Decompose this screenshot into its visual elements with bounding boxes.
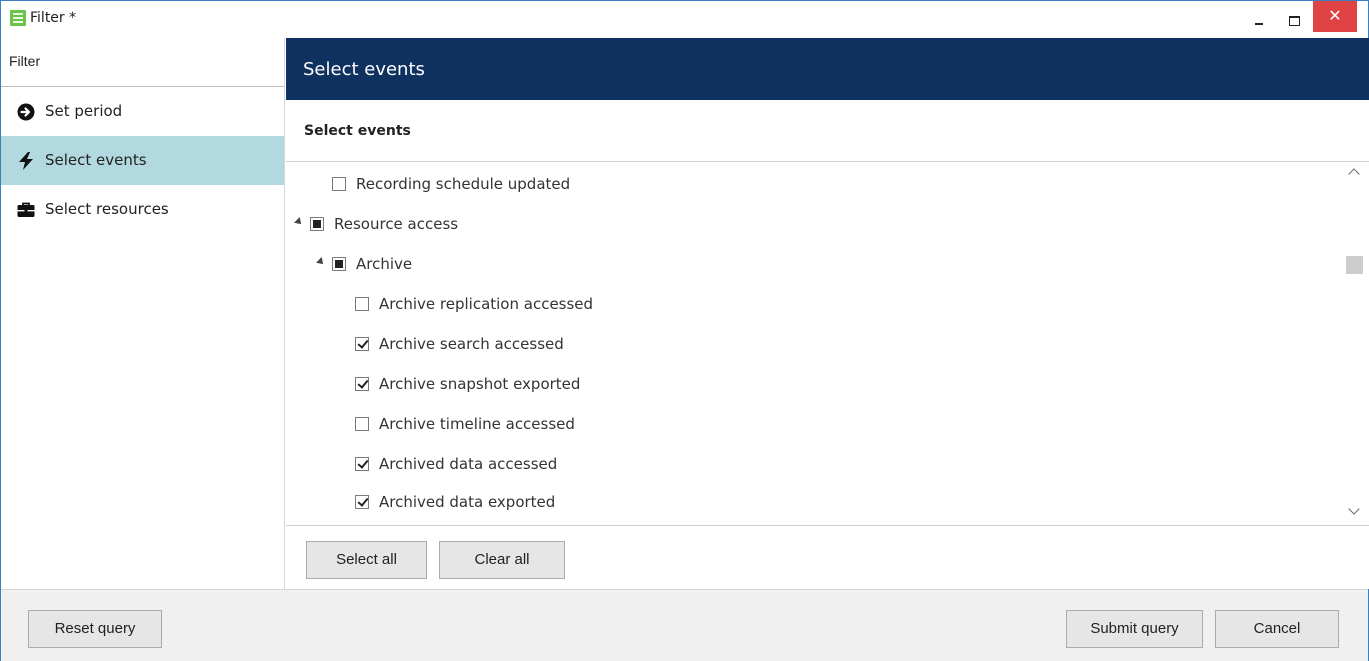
title-bar[interactable]: Filter * ✕	[1, 1, 1368, 38]
tree-row-label: Archive replication accessed	[379, 295, 594, 313]
tree-row[interactable]: Archive timeline accessed	[286, 404, 1342, 444]
filter-window: Filter * ✕ Filter Set period Select even…	[0, 0, 1369, 661]
sidebar-item-label: Select events	[45, 151, 147, 169]
checkbox[interactable]	[355, 337, 369, 351]
sidebar: Filter Set period Select events Select r…	[1, 38, 285, 589]
sidebar-item-select-resources[interactable]: Select resources	[1, 185, 284, 234]
tree-row-label: Archive	[356, 255, 413, 273]
page-title: Select events	[286, 38, 1369, 100]
reset-query-button[interactable]: Reset query	[28, 610, 162, 648]
maximize-button[interactable]	[1277, 1, 1311, 32]
cancel-button[interactable]: Cancel	[1215, 610, 1339, 648]
minimize-button[interactable]	[1242, 1, 1276, 32]
scroll-thumb[interactable]	[1346, 256, 1363, 274]
tree-actions: Select all Clear all	[286, 525, 1369, 589]
tree-row[interactable]: Resource access	[286, 204, 1342, 244]
sidebar-item-select-events[interactable]: Select events	[1, 136, 284, 185]
scroll-down-icon[interactable]	[1348, 503, 1360, 515]
checkbox[interactable]	[355, 495, 369, 509]
briefcase-icon	[17, 202, 35, 217]
sidebar-item-label: Select resources	[45, 200, 169, 218]
expand-triangle-icon[interactable]	[316, 257, 326, 267]
close-icon: ✕	[1328, 6, 1342, 25]
clear-all-button[interactable]: Clear all	[439, 541, 565, 579]
main-panel: Select events Select events Recording sc…	[286, 38, 1369, 589]
app-list-icon	[10, 10, 26, 26]
section-title: Select events	[286, 100, 1369, 162]
checkbox[interactable]	[355, 377, 369, 391]
tree-row-label: Archive search accessed	[379, 335, 564, 353]
event-tree: Recording schedule updated Resource acce…	[286, 163, 1342, 525]
tree-row-label: Archive snapshot exported	[379, 375, 581, 393]
tree-row-label: Archived data accessed	[379, 455, 558, 473]
tree-row-label: Archive timeline accessed	[379, 415, 575, 433]
scroll-up-icon[interactable]	[1348, 168, 1360, 180]
close-button[interactable]: ✕	[1313, 1, 1357, 32]
arrow-circle-right-icon	[17, 103, 35, 121]
dialog-footer: Reset query Submit query Cancel	[1, 589, 1368, 661]
window-title: Filter *	[30, 10, 77, 26]
tree-row[interactable]: Archived data accessed	[286, 444, 1342, 484]
sidebar-header: Filter	[1, 38, 284, 87]
checkbox[interactable]	[355, 417, 369, 431]
select-all-button[interactable]: Select all	[306, 541, 427, 579]
tree-row-label: Archived data exported	[379, 493, 556, 511]
tree-row[interactable]: Archive	[286, 244, 1342, 284]
checkbox[interactable]	[355, 297, 369, 311]
tree-row-label: Recording schedule updated	[356, 175, 571, 193]
submit-query-button[interactable]: Submit query	[1066, 610, 1203, 648]
tree-row[interactable]: Archive replication accessed	[286, 284, 1342, 324]
vertical-scrollbar[interactable]	[1342, 163, 1368, 525]
tree-row[interactable]: Archive search accessed	[286, 324, 1342, 364]
tree-row[interactable]: Archive snapshot exported	[286, 364, 1342, 404]
checkbox[interactable]	[355, 457, 369, 471]
lightning-icon	[19, 152, 33, 170]
sidebar-item-label: Set period	[45, 102, 123, 120]
expand-triangle-icon[interactable]	[294, 217, 304, 227]
checkbox[interactable]	[310, 217, 324, 231]
tree-row[interactable]: Archived data exported	[286, 482, 1342, 522]
sidebar-item-set-period[interactable]: Set period	[1, 87, 284, 136]
tree-row-label: Resource access	[334, 215, 459, 233]
checkbox[interactable]	[332, 177, 346, 191]
checkbox[interactable]	[332, 257, 346, 271]
tree-row[interactable]: Recording schedule updated	[286, 164, 1342, 204]
